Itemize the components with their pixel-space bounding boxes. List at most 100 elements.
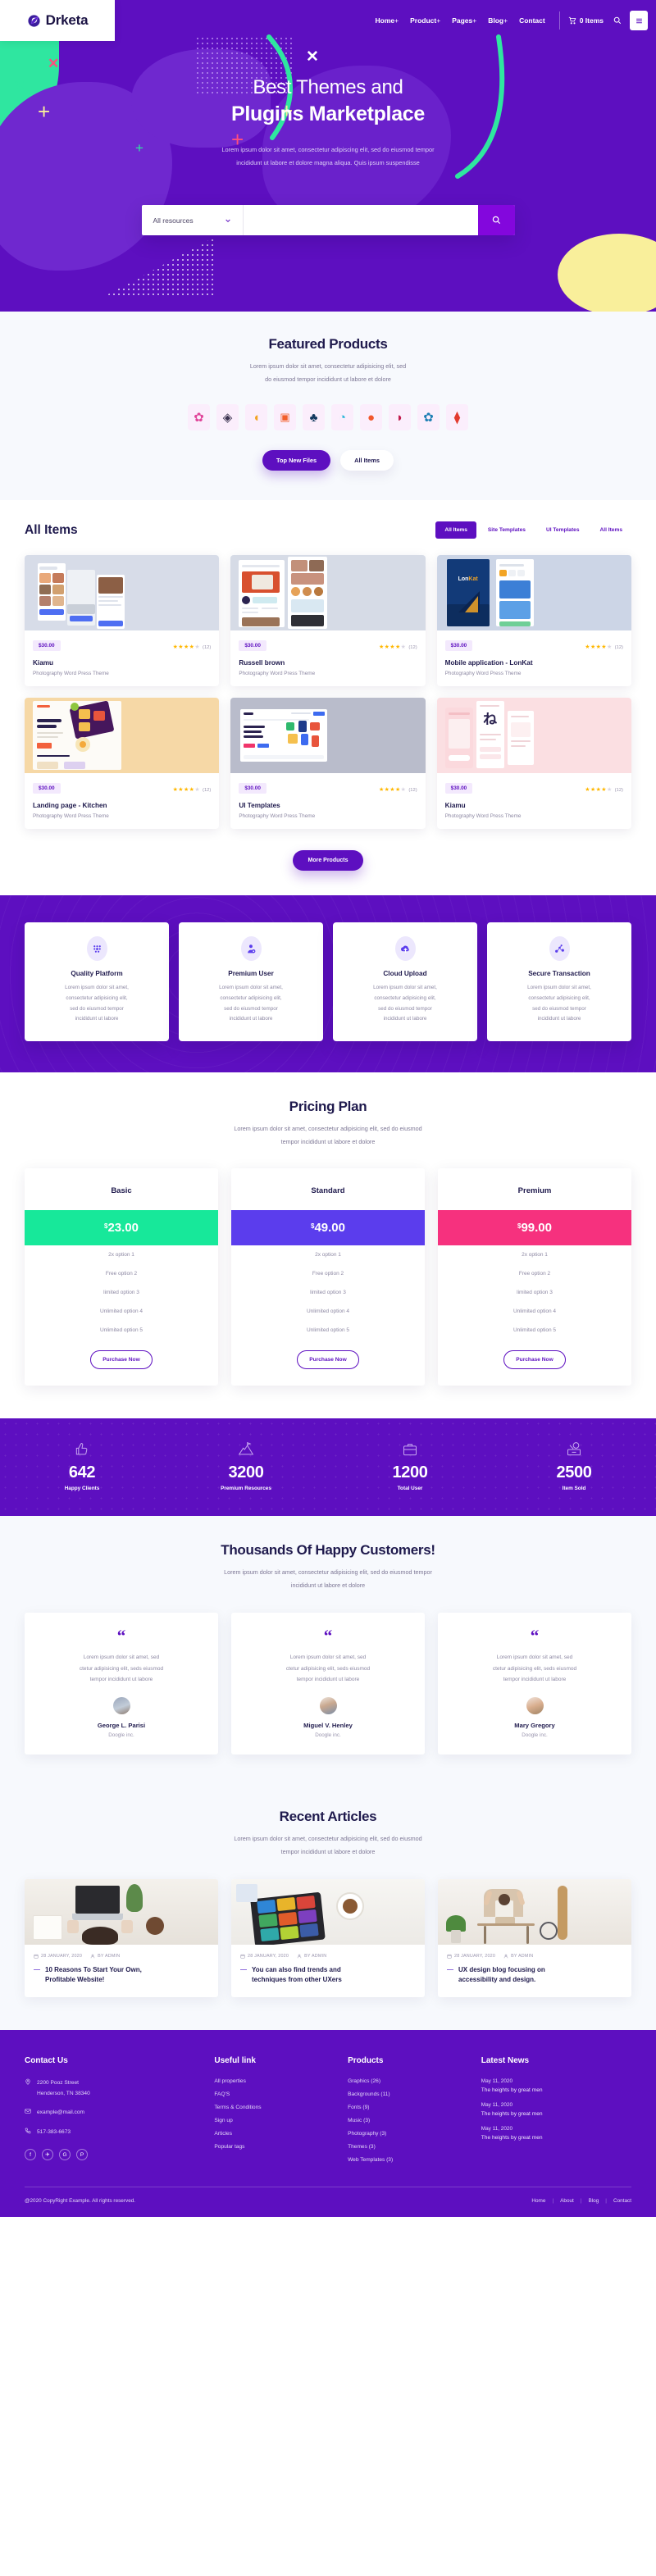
footer-contact-column: Contact Us 2200 Pooz Street Henderson, TN… <box>25 2056 206 2170</box>
tab-all-items[interactable]: All Items <box>435 521 476 539</box>
tab-all-items-2[interactable]: All Items <box>591 521 631 539</box>
nav-item-pages[interactable]: Pages+ <box>452 16 476 25</box>
article-card[interactable]: 28 JANUARY, 2020 BY ADMIN — You can also… <box>231 1878 425 1998</box>
pricing-sub-line1: Lorem ipsum dolor sit amet, consectetur … <box>234 1124 422 1132</box>
nav-item-blog[interactable]: Blog+ <box>488 16 508 25</box>
product-desc: Photography Word Press Theme <box>444 813 522 820</box>
testimonial-author: Mary Gregory <box>514 1722 555 1730</box>
article-title[interactable]: — 10 Reasons To Start Your Own, Profitabl… <box>34 1965 209 1986</box>
tab-site-templates[interactable]: Site Templates <box>479 521 535 539</box>
article-date: 28 JANUARY, 2020 <box>454 1953 496 1959</box>
footer-link[interactable]: Web Templates (3) <box>348 2157 473 2163</box>
product-card[interactable]: $30.00 ★★★★★ (12) Landing page - Kitchen … <box>25 698 220 830</box>
footer-link[interactable]: Fonts (9) <box>348 2105 473 2110</box>
feature-card-secure-transaction[interactable]: Secure Transaction Lorem ipsum dolor sit… <box>487 922 631 1041</box>
article-card[interactable]: 28 JANUARY, 2020 BY ADMIN — 10 Reasons T… <box>25 1878 218 1998</box>
nav-plus: + <box>436 16 441 25</box>
brand-wave-icon[interactable]: ◔ <box>331 404 353 431</box>
premium-user-icon <box>240 936 262 962</box>
brand-confetti-icon[interactable]: ✿ <box>188 404 210 431</box>
product-card[interactable]: $30.00 ★★★★★ (12) UI Templates Photograph… <box>230 698 426 830</box>
footer-bottom-link-contact[interactable]: Contact <box>613 2198 631 2204</box>
facebook-icon[interactable]: f <box>25 2149 36 2161</box>
product-card-body: $30.00 ★★★★★ (12) Kiamu Photography Word … <box>25 630 219 686</box>
footer-bottom-link-home[interactable]: Home <box>531 2198 545 2204</box>
plan-name: Basic <box>111 1186 132 1196</box>
article-card[interactable]: 28 JANUARY, 2020 BY ADMIN — UX design bl… <box>438 1878 631 1998</box>
search-submit-button[interactable] <box>477 205 515 236</box>
features-section: Quality Platform Lorem ipsum dolor sit a… <box>0 895 656 1072</box>
google-plus-icon[interactable]: G <box>59 2149 71 2161</box>
footer-email-row[interactable]: example@mail.com <box>25 2108 206 2119</box>
pricing-title: Pricing Plan <box>289 1098 367 1114</box>
tab-ui-templates[interactable]: UI Templates <box>537 521 589 539</box>
footer-link[interactable]: Graphics (26) <box>348 2078 473 2084</box>
top-new-files-button[interactable]: Top New Files <box>262 450 331 471</box>
brand-diamonds-icon[interactable]: ◈ <box>216 404 239 431</box>
logo[interactable]: Drketa <box>0 0 115 41</box>
product-title: Mobile application - LonKat <box>444 659 533 667</box>
twitter-icon[interactable]: ✈ <box>42 2149 53 2161</box>
footer-news-item[interactable]: May 11, 2020 The heights by great men <box>481 2126 631 2141</box>
footer-link[interactable]: All properties <box>214 2078 339 2084</box>
footer-bottom-link-about[interactable]: About <box>560 2198 574 2204</box>
purchase-now-button[interactable]: Purchase Now <box>297 1350 359 1370</box>
all-items-button[interactable]: All Items <box>340 450 394 471</box>
product-card[interactable]: $30.00 ★★★★★ (12) Kiamu Photography Word … <box>25 555 220 687</box>
brand-ribbon-icon[interactable]: ⧫ <box>446 404 468 431</box>
brand-sun-icon[interactable]: ◖ <box>245 404 267 431</box>
article-title[interactable]: — UX design blog focusing on accessibilit… <box>447 1965 622 1986</box>
more-products-button[interactable]: More Products <box>293 850 363 872</box>
footer-news-item[interactable]: May 11, 2020 The heights by great men <box>481 2102 631 2117</box>
stat-value: 1200 <box>392 1463 428 1482</box>
feature-card-cloud-upload[interactable]: Cloud Upload Lorem ipsum dolor sit amet,… <box>333 922 477 1041</box>
nav-item-product[interactable]: Product+ <box>410 16 440 25</box>
footer-phone-row[interactable]: 517-383-6673 <box>25 2128 206 2138</box>
pinterest-icon[interactable]: P <box>76 2149 88 2161</box>
footer-link[interactable]: Themes (3) <box>348 2144 473 2150</box>
footer-link[interactable]: Music (3) <box>348 2118 473 2123</box>
plan-name: Premium <box>517 1186 552 1196</box>
search-input[interactable] <box>243 205 478 236</box>
nav-plus: + <box>394 16 399 25</box>
testimonial-line2: ctetur adipisicing elit, seds eiusmod <box>79 1665 164 1672</box>
purchase-now-button[interactable]: Purchase Now <box>503 1350 566 1370</box>
articles-sub-line2: tempor incididunt ut labore et dolore <box>280 1848 376 1856</box>
brand-feather-icon[interactable]: ✿ <box>417 404 440 431</box>
brand-drop-icon[interactable]: ● <box>360 404 382 431</box>
nav-item-home[interactable]: Home+ <box>376 16 399 25</box>
brand-chat-icon[interactable]: ▣ <box>274 404 296 431</box>
stat-label: Happy Clients <box>64 1486 100 1492</box>
footer-news-item[interactable]: May 11, 2020 The heights by great men <box>481 2078 631 2093</box>
footer-products-column: Products Graphics (26) Backgrounds (11) … <box>348 2056 473 2170</box>
nav-item-contact[interactable]: Contact <box>519 16 545 25</box>
brand-leaf-icon[interactable]: ◗ <box>389 404 411 431</box>
testimonial-company: Doogle inc. <box>522 1732 548 1739</box>
article-title[interactable]: — You can also find trends and techniques… <box>240 1965 416 1986</box>
product-title: UI Templates <box>239 802 280 810</box>
brand-fountain-icon[interactable]: ♣ <box>303 404 325 431</box>
feature-card-quality-platform[interactable]: Quality Platform Lorem ipsum dolor sit a… <box>25 922 169 1041</box>
cart-button[interactable]: 0 Items <box>568 16 604 25</box>
article-author: BY ADMIN <box>98 1953 121 1959</box>
search-icon <box>492 216 500 225</box>
resource-type-select[interactable]: All resources <box>142 205 244 236</box>
footer-bottom-link-blog[interactable]: Blog <box>589 2198 599 2204</box>
footer-link[interactable]: Backgrounds (11) <box>348 2091 473 2097</box>
footer-link[interactable]: Sign up <box>214 2118 339 2123</box>
footer-link[interactable]: Terms & Conditions <box>214 2105 339 2110</box>
purchase-now-button[interactable]: Purchase Now <box>90 1350 153 1370</box>
product-card[interactable]: $30.00 ★★★★★ (12) Russell brown Photograp… <box>230 555 426 687</box>
footer-link[interactable]: FAQ'S <box>214 2091 339 2097</box>
footer-link[interactable]: Articles <box>214 2131 339 2137</box>
footer-link[interactable]: Photography (3) <box>348 2131 473 2137</box>
search-button[interactable] <box>613 16 622 25</box>
feature-card-premium-user[interactable]: Premium User Lorem ipsum dolor sit amet,… <box>179 922 323 1041</box>
product-meta: $30.00 ★★★★★ (12) <box>444 638 623 653</box>
footer-link[interactable]: Popular tags <box>214 2144 339 2150</box>
hamburger-menu-button[interactable] <box>630 11 648 30</box>
product-card[interactable]: ね $30.00 ★★★★★ (12) Kiamu Photography Wo… <box>436 698 631 830</box>
product-card[interactable]: LonKat $30.00 ★★★★★ (12) Mobile applicat… <box>436 555 631 687</box>
product-meta: $30.00 ★★★★★ (12) <box>444 781 623 795</box>
news-title: The heights by great men <box>481 2111 543 2118</box>
